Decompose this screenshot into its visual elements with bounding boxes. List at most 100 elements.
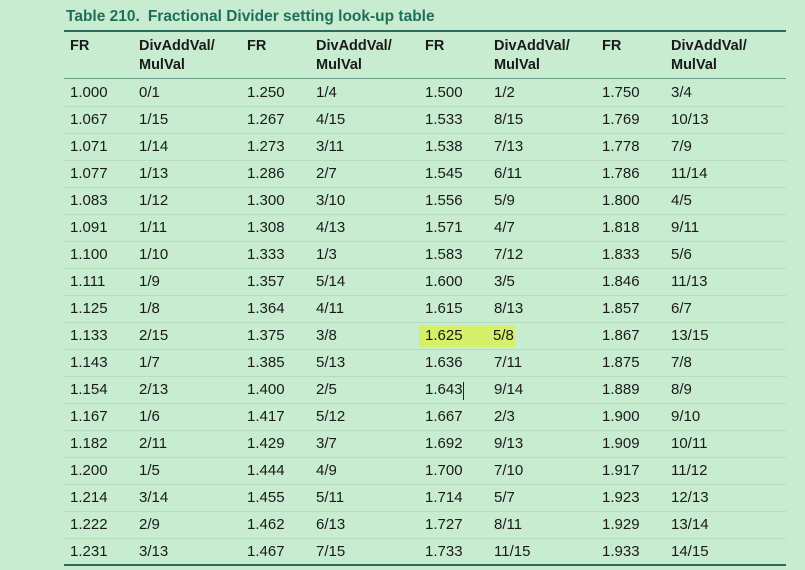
fr-cell: 1.545 [425, 165, 463, 182]
divaddval-mulval-cell: 4/5 [671, 192, 692, 209]
table-row: 1.167 1/6 1.417 5/12 1.667 2/3 1.900 9/10 [64, 404, 786, 431]
divaddval-mulval-cell: 5/11 [316, 489, 345, 506]
fr-cell: 1.267 [247, 111, 285, 128]
divaddval-mulval-cell: 6/11 [494, 165, 523, 182]
divaddval-mulval-cell: 5/14 [316, 273, 346, 290]
fr-cell: 1.083 [70, 192, 108, 209]
divaddval-mulval-cell: 10/13 [671, 111, 709, 128]
header-mulval-label: MulVal [671, 57, 717, 73]
divaddval-mulval-cell: 13/14 [671, 516, 709, 533]
fr-cell: 1.357 [247, 273, 285, 290]
divaddval-mulval-cell: 11/12 [671, 462, 708, 479]
divaddval-mulval-cell: 3/8 [316, 327, 337, 344]
divaddval-mulval-cell: 3/13 [139, 543, 169, 560]
fr-cell: 1.167 [70, 408, 108, 425]
fr-cell: 1.875 [602, 354, 640, 371]
fr-cell: 1.692 [425, 435, 463, 452]
divaddval-mulval-cell: 1/15 [139, 111, 169, 128]
header-mulval-label: MulVal [139, 57, 185, 73]
fr-cell: 1.750 [602, 84, 640, 101]
divaddval-mulval-cell: 9/10 [671, 408, 701, 425]
divaddval-mulval-cell: 6/7 [671, 300, 692, 317]
table-caption: Table 210. Fractional Divider setting loo… [66, 8, 435, 26]
fr-cell: 1.778 [602, 138, 640, 155]
fr-cell: 1.636 [425, 354, 463, 371]
table-row: 1.222 2/9 1.462 6/13 1.727 8/11 1.929 13/14 [64, 512, 786, 539]
divaddval-mulval-cell: 13/15 [671, 327, 709, 344]
divaddval-mulval-cell: 1/12 [139, 192, 169, 209]
divaddval-mulval-cell: 7/10 [494, 462, 524, 479]
table-row: 1.182 2/11 1.429 3/7 1.692 9/13 1.909 10/11 [64, 431, 786, 458]
divaddval-mulval-cell: 4/7 [494, 219, 515, 236]
fr-cell: 1.533 [425, 111, 463, 128]
fr-cell: 1.818 [602, 219, 640, 236]
fr-cell: 1.200 [70, 462, 108, 479]
header-divaddval-label: DivAddVal/ [316, 38, 392, 54]
text-cursor [463, 382, 464, 400]
fr-cell: 1.625 [419, 325, 476, 347]
fr-cell: 1.538 [425, 138, 463, 155]
table-row: 1.077 1/13 1.286 2/7 1.545 6/11 1.786 11/14 [64, 161, 786, 188]
fr-cell: 1.556 [425, 192, 463, 209]
header-mulval-label: MulVal [316, 57, 362, 73]
fr-cell: 1.455 [247, 489, 285, 506]
header-divaddval-mulval-4: DivAddVal/MulVal [671, 37, 747, 75]
fr-cell: 1.733 [425, 543, 463, 560]
divaddval-mulval-cell: 4/15 [316, 111, 346, 128]
fr-cell: 1.615 [425, 300, 463, 317]
divaddval-mulval-cell: 1/3 [316, 246, 337, 263]
table-row: 1.143 1/7 1.385 5/13 1.636 7/11 1.875 7/8 [64, 350, 786, 377]
fr-cell: 1.000 [70, 84, 108, 101]
header-fr-3: FR [425, 37, 444, 56]
divaddval-mulval-cell: 11/15 [494, 543, 531, 560]
fr-cell: 1.231 [70, 543, 108, 560]
table-row: 1.154 2/13 1.400 2/5 1.643 9/14 1.889 8/9 [64, 377, 786, 404]
fr-cell: 1.154 [70, 381, 108, 398]
fr-cell: 1.786 [602, 165, 640, 182]
fr-cell: 1.250 [247, 84, 285, 101]
divaddval-mulval-cell: 7/9 [671, 138, 692, 155]
divaddval-mulval-cell: 5/8 [476, 325, 515, 347]
fr-cell: 1.900 [602, 408, 640, 425]
divaddval-mulval-cell: 8/11 [494, 516, 523, 533]
divaddval-mulval-cell: 1/2 [494, 84, 515, 101]
fr-cell: 1.583 [425, 246, 463, 263]
fr-cell: 1.923 [602, 489, 640, 506]
fr-cell: 1.700 [425, 462, 463, 479]
fr-cell: 1.769 [602, 111, 640, 128]
divaddval-mulval-cell: 4/11 [316, 300, 345, 317]
table-number: Table 210. [66, 8, 140, 25]
divaddval-mulval-cell: 11/13 [671, 273, 708, 290]
divaddval-mulval-cell: 1/8 [139, 300, 160, 317]
table-row: 1.067 1/15 1.267 4/15 1.533 8/15 1.769 10/13 [64, 107, 786, 134]
divaddval-mulval-cell: 7/11 [494, 354, 523, 371]
table-row: 1.071 1/14 1.273 3/11 1.538 7/13 1.778 7/9 [64, 134, 786, 161]
fr-cell: 1.714 [425, 489, 463, 506]
fr-cell: 1.800 [602, 192, 640, 209]
header-fr-1: FR [70, 37, 89, 56]
fr-cell: 1.600 [425, 273, 463, 290]
header-fr-2: FR [247, 37, 266, 56]
header-divaddval-mulval-1: DivAddVal/MulVal [139, 37, 215, 75]
fr-cell: 1.111 [70, 273, 106, 290]
divaddval-mulval-cell: 3/11 [316, 138, 345, 155]
header-divaddval-label: DivAddVal/ [494, 38, 570, 54]
fr-cell: 1.917 [602, 462, 640, 479]
divaddval-mulval-cell: 1/9 [139, 273, 160, 290]
table-top-rule [64, 30, 786, 32]
fr-cell: 1.385 [247, 354, 285, 371]
table-row: 1.083 1/12 1.300 3/10 1.556 5/9 1.800 4/5 [64, 188, 786, 215]
fr-cell: 1.727 [425, 516, 463, 533]
divaddval-mulval-cell: 9/13 [494, 435, 524, 452]
fr-cell: 1.333 [247, 246, 285, 263]
divaddval-mulval-cell: 2/5 [316, 381, 337, 398]
table-row: 1.133 2/15 1.375 3/8 1.625 5/8 1.867 13/15 [64, 323, 786, 350]
divaddval-mulval-cell: 8/13 [494, 300, 524, 317]
divaddval-mulval-cell: 5/13 [316, 354, 346, 371]
fr-cell: 1.889 [602, 381, 640, 398]
fr-cell: 1.273 [247, 138, 285, 155]
fr-cell: 1.100 [70, 246, 108, 263]
fr-cell: 1.909 [602, 435, 640, 452]
fr-cell: 1.286 [247, 165, 285, 182]
divaddval-mulval-cell: 4/9 [316, 462, 337, 479]
